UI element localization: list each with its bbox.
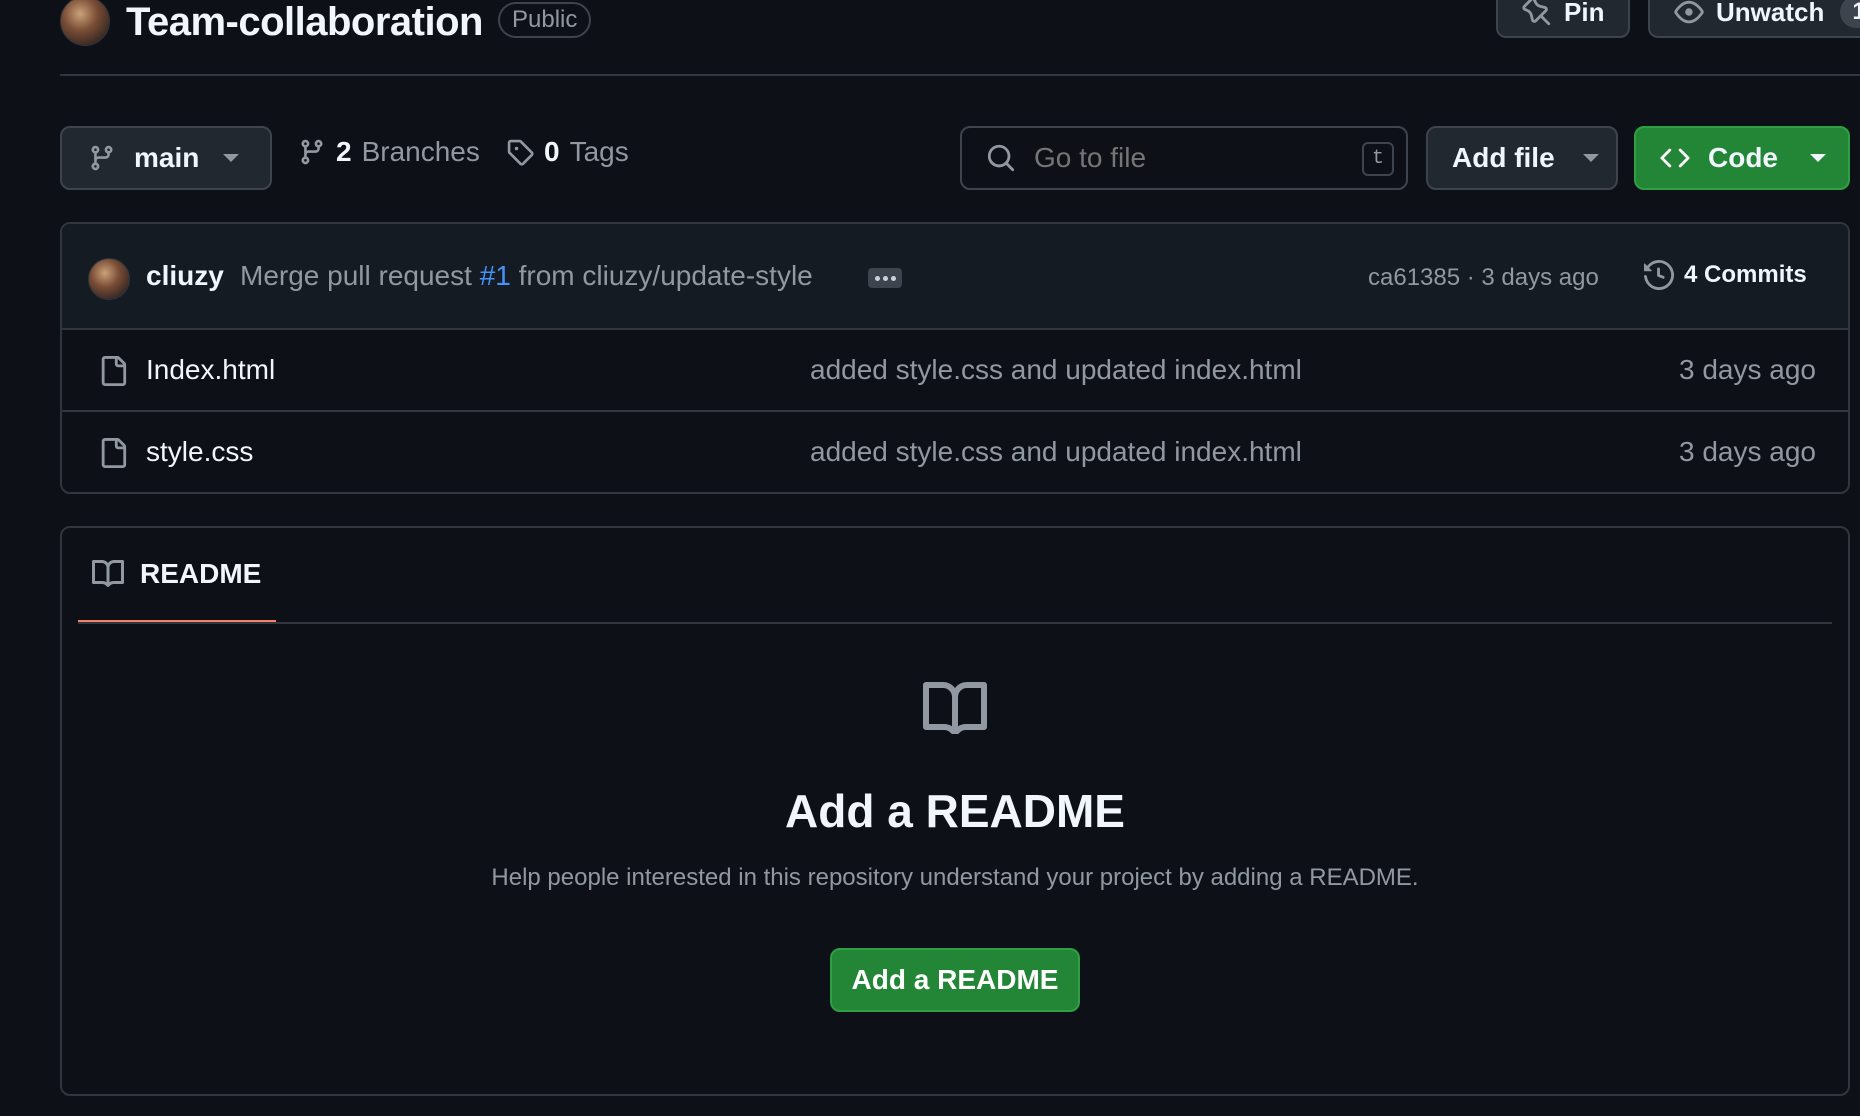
file-icon (98, 436, 128, 470)
file-commit-message[interactable]: added style.css and updated index.html (810, 436, 1302, 468)
repo-header: Team-collaboration Public Pin Unwatch 1 (60, 0, 1860, 76)
file-row[interactable]: style.css added style.css and updated in… (62, 412, 1848, 492)
tab-readme[interactable]: README (78, 528, 276, 624)
branches-link[interactable]: 2 Branches (298, 136, 480, 168)
commit-message-suffix: from cliuzy/update-style (518, 260, 813, 291)
file-icon (98, 354, 128, 388)
readme-description: Help people interested in this repositor… (491, 864, 1419, 891)
file-commit-date: 3 days ago (1679, 354, 1816, 385)
keyboard-shortcut-hint: t (1362, 142, 1394, 176)
pull-request-link[interactable]: #1 (480, 260, 511, 291)
chevron-down-icon (1582, 154, 1599, 162)
pin-label: Pin (1564, 0, 1605, 27)
tags-count: 0 (544, 136, 560, 167)
file-commit-message[interactable]: added style.css and updated index.html (810, 354, 1302, 386)
book-icon (62, 678, 1848, 734)
code-button[interactable]: Code (1634, 126, 1850, 190)
code-label: Code (1708, 142, 1778, 173)
file-name[interactable]: Index.html (146, 354, 275, 386)
pin-button[interactable]: Pin (1496, 0, 1630, 38)
add-readme-button[interactable]: Add a README (830, 948, 1080, 1012)
commit-author[interactable]: cliuzy (146, 260, 224, 292)
readme-empty-state: Add a README Help people interested in t… (62, 678, 1848, 1012)
go-to-file-search[interactable]: t (960, 126, 1408, 190)
watch-button[interactable]: Unwatch 1 (1648, 0, 1860, 38)
file-browser: cliuzy Merge pull request #1 from cliuzy… (60, 222, 1850, 494)
tab-divider (78, 622, 1832, 624)
tags-label: Tags (569, 136, 629, 167)
commits-count: 4 Commits (1684, 261, 1807, 288)
tag-icon (506, 138, 534, 166)
file-row[interactable]: Index.html added style.css and updated i… (62, 330, 1848, 412)
repo-title[interactable]: Team-collaboration (126, 0, 483, 45)
add-file-label: Add file (1452, 142, 1555, 173)
tab-readme-label: README (140, 558, 262, 589)
commit-message-prefix: Merge pull request (240, 260, 472, 291)
file-commit-date: 3 days ago (1679, 436, 1816, 467)
commits-history-link[interactable]: 4 Commits (1644, 260, 1807, 290)
latest-commit-bar: cliuzy Merge pull request #1 from cliuzy… (62, 224, 1848, 330)
branches-label: Branches (361, 136, 480, 167)
readme-panel: README Add a README Help people interest… (60, 526, 1850, 1096)
visibility-badge: Public (498, 2, 592, 38)
branch-selector[interactable]: main (60, 126, 272, 190)
code-icon (1660, 143, 1690, 173)
branch-icon (298, 138, 326, 166)
branch-icon (88, 144, 116, 172)
history-icon (1644, 260, 1674, 290)
chevron-down-icon (223, 154, 240, 162)
tags-link[interactable]: 0 Tags (506, 136, 629, 168)
search-icon (986, 143, 1016, 173)
kebab-horizontal-icon[interactable] (868, 268, 902, 288)
owner-avatar[interactable] (60, 0, 110, 46)
chevron-down-icon (1810, 154, 1826, 162)
watch-count: 1 (1840, 0, 1860, 28)
book-icon (92, 558, 124, 590)
commit-sha-time[interactable]: ca61385 · 3 days ago (1368, 264, 1599, 292)
commit-message[interactable]: Merge pull request #1 from cliuzy/update… (240, 260, 813, 292)
branch-name: main (134, 142, 200, 173)
branches-count: 2 (336, 136, 352, 167)
file-name[interactable]: style.css (146, 436, 253, 468)
pin-icon (1522, 0, 1552, 27)
author-avatar[interactable] (88, 258, 130, 300)
go-to-file-input[interactable] (1032, 141, 1332, 175)
repo-page: Team-collaboration Public Pin Unwatch 1 … (0, 0, 1860, 1116)
watch-label: Unwatch (1716, 0, 1825, 27)
readme-heading: Add a README (785, 785, 1125, 837)
add-file-button[interactable]: Add file (1426, 126, 1618, 190)
eye-icon (1674, 0, 1704, 27)
